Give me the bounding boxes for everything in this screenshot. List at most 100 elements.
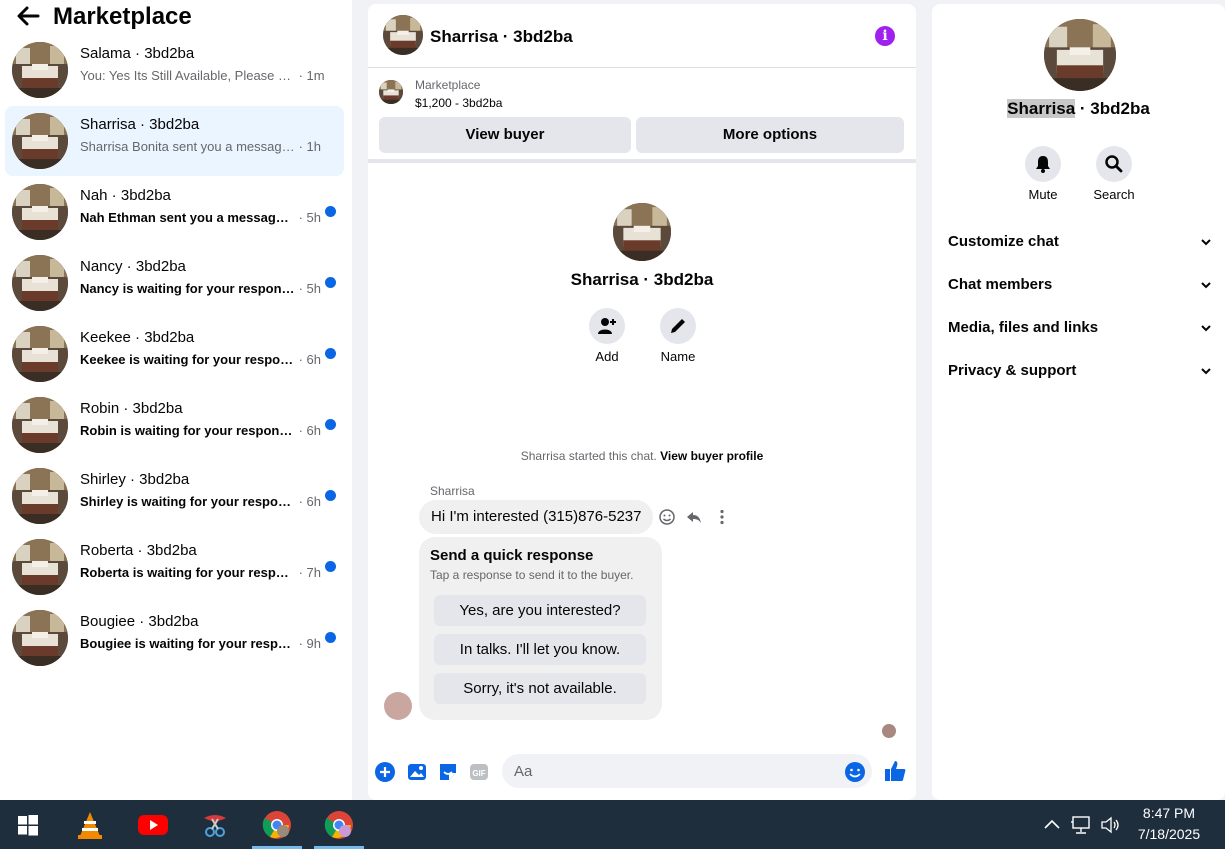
- conversation-name: Robin · 3bd2ba: [80, 400, 183, 417]
- conversation-name: Keekee · 3bd2ba: [80, 329, 195, 346]
- add-label: Add: [595, 349, 619, 364]
- conversation-avatar: [12, 610, 68, 666]
- vlc-icon: [78, 811, 102, 839]
- view-buyer-profile-link[interactable]: View buyer profile: [660, 449, 763, 463]
- mute-button[interactable]: [1025, 146, 1061, 182]
- conversation-name: Nancy · 3bd2ba: [80, 258, 186, 275]
- conversation-message: You: Yes Its Still Available, Please Sen…: [80, 68, 295, 83]
- conversation-message: Nancy is waiting for your response.: [80, 281, 295, 296]
- conversation-item[interactable]: Salama · 3bd2ba You: Yes Its Still Availa…: [5, 35, 344, 105]
- message-bubble[interactable]: Hi I'm interested (315)876-5237: [419, 500, 654, 534]
- quick-response-button[interactable]: Yes, are you interested?: [434, 595, 646, 626]
- quick-response-card: Send a quick response Tap a response to …: [419, 537, 662, 720]
- add-button[interactable]: [589, 308, 625, 344]
- back-arrow-icon[interactable]: [14, 4, 42, 28]
- info-icon[interactable]: i: [875, 26, 895, 46]
- youtube-icon: [138, 814, 168, 835]
- chat-avatar[interactable]: [383, 15, 423, 55]
- details-avatar: [1044, 19, 1116, 91]
- conversation-item[interactable]: Bougiee · 3bd2ba Bougiee is waiting for y…: [5, 603, 344, 673]
- conversation-message: Sharrisa Bonita sent you a message a...: [80, 139, 295, 154]
- unread-dot: [325, 490, 336, 501]
- snipping-tool-app[interactable]: [190, 800, 240, 849]
- quick-response-button[interactable]: Sorry, it's not available.: [434, 673, 646, 704]
- sticker-icon[interactable]: [437, 761, 459, 783]
- reply-icon[interactable]: [685, 508, 703, 526]
- conversation-avatar: [12, 42, 68, 98]
- more-options-button[interactable]: More options: [636, 117, 904, 153]
- clock-date: 7/18/2025: [1137, 826, 1201, 842]
- chevron-down-icon: [1201, 282, 1211, 289]
- intro-name: Sharrisa · 3bd2ba: [570, 270, 714, 289]
- chevron-down-icon: [1201, 239, 1211, 246]
- plus-icon[interactable]: [374, 761, 396, 783]
- chevron-up-icon[interactable]: [1041, 814, 1063, 836]
- conversation-avatar: [12, 113, 68, 169]
- conversation-preview: Robin is waiting for your response. · 6h: [80, 423, 321, 438]
- chat-members-section[interactable]: Chat members: [948, 270, 1216, 300]
- like-icon[interactable]: [883, 759, 907, 783]
- clock-time: 8:47 PM: [1142, 805, 1196, 821]
- listing-banner: Marketplace $1,200 - 3bd2ba View buyer M…: [368, 68, 916, 163]
- snipping-tool-icon: [204, 814, 226, 837]
- section-label: Customize chat: [948, 233, 1059, 250]
- conversation-preview: Bougiee is waiting for your respon... · …: [80, 636, 321, 651]
- sender-avatar: [384, 692, 412, 720]
- privacy-support-section[interactable]: Privacy & support: [948, 356, 1216, 386]
- conversation-name: Salama · 3bd2ba: [80, 45, 195, 62]
- conversation-item[interactable]: Shirley · 3bd2ba Shirley is waiting for y…: [5, 461, 344, 531]
- search-label: Search: [1093, 187, 1135, 202]
- chrome-app[interactable]: [252, 800, 302, 849]
- details-name-first: Sharrisa: [1007, 99, 1076, 118]
- youtube-app[interactable]: [128, 800, 178, 849]
- chat-title[interactable]: Sharrisa · 3bd2ba: [430, 27, 573, 47]
- more-vertical-icon[interactable]: [713, 508, 731, 526]
- chevron-down-icon: [1201, 368, 1211, 375]
- quick-response-button[interactable]: In talks. I'll let you know.: [434, 634, 646, 665]
- network-icon[interactable]: [1070, 814, 1092, 836]
- conversation-time: · 9h: [295, 636, 322, 651]
- conversation-avatar: [12, 468, 68, 524]
- conversation-preview: Nah Ethman sent you a message a... · 5h: [80, 210, 321, 225]
- conversation-time: · 5h: [295, 281, 322, 296]
- add-person-icon: [598, 318, 616, 334]
- chrome-icon: [262, 810, 291, 839]
- conversation-item[interactable]: Nancy · 3bd2ba Nancy is waiting for your …: [5, 248, 344, 318]
- conversation-time: · 6h: [295, 494, 322, 509]
- listing-price: $1,200 - 3bd2ba: [415, 96, 503, 110]
- conversation-time: · 7h: [295, 565, 322, 580]
- chrome-app-profile[interactable]: [314, 800, 364, 849]
- emoji-icon[interactable]: [658, 508, 676, 526]
- conversation-item[interactable]: Roberta · 3bd2ba Roberta is waiting for y…: [5, 532, 344, 602]
- view-buyer-button[interactable]: View buyer: [379, 117, 631, 153]
- image-icon[interactable]: [406, 761, 428, 783]
- conversation-item[interactable]: Robin · 3bd2ba Robin is waiting for your …: [5, 390, 344, 460]
- conversation-item[interactable]: Nah · 3bd2ba Nah Ethman sent you a messag…: [5, 177, 344, 247]
- conversation-item[interactable]: Keekee · 3bd2ba Keekee is waiting for you…: [5, 319, 344, 389]
- gif-icon[interactable]: GIF: [468, 761, 490, 783]
- bell-icon: [1036, 156, 1050, 173]
- quick-response-subtitle: Tap a response to send it to the buyer.: [430, 568, 634, 582]
- smiley-icon[interactable]: [844, 761, 866, 783]
- customize-chat-section[interactable]: Customize chat: [948, 227, 1216, 257]
- media-files-links-section[interactable]: Media, files and links: [948, 313, 1216, 343]
- sender-name: Sharrisa: [430, 484, 475, 498]
- search-button[interactable]: [1096, 146, 1132, 182]
- sidebar-title: Marketplace: [53, 3, 192, 30]
- conversation-avatar: [12, 326, 68, 382]
- vlc-app[interactable]: [65, 800, 115, 849]
- taskbar-clock[interactable]: 8:47 PM 7/18/2025: [1130, 803, 1208, 845]
- conversation-time: · 1h: [295, 139, 322, 154]
- conversation-name: Shirley · 3bd2ba: [80, 471, 190, 488]
- conversation-item[interactable]: Sharrisa · 3bd2ba Sharrisa Bonita sent yo…: [5, 106, 344, 176]
- start-button[interactable]: [3, 800, 53, 849]
- conversation-name: Roberta · 3bd2ba: [80, 542, 197, 559]
- name-label: Name: [660, 349, 696, 364]
- chat-details-panel: Sharrisa · 3bd2ba Mute Search Customize …: [932, 4, 1225, 800]
- unread-dot: [325, 277, 336, 288]
- volume-icon[interactable]: [1099, 814, 1121, 836]
- conversation-avatar: [12, 255, 68, 311]
- name-button[interactable]: [660, 308, 696, 344]
- message-input[interactable]: [502, 754, 872, 788]
- section-label: Media, files and links: [948, 319, 1099, 336]
